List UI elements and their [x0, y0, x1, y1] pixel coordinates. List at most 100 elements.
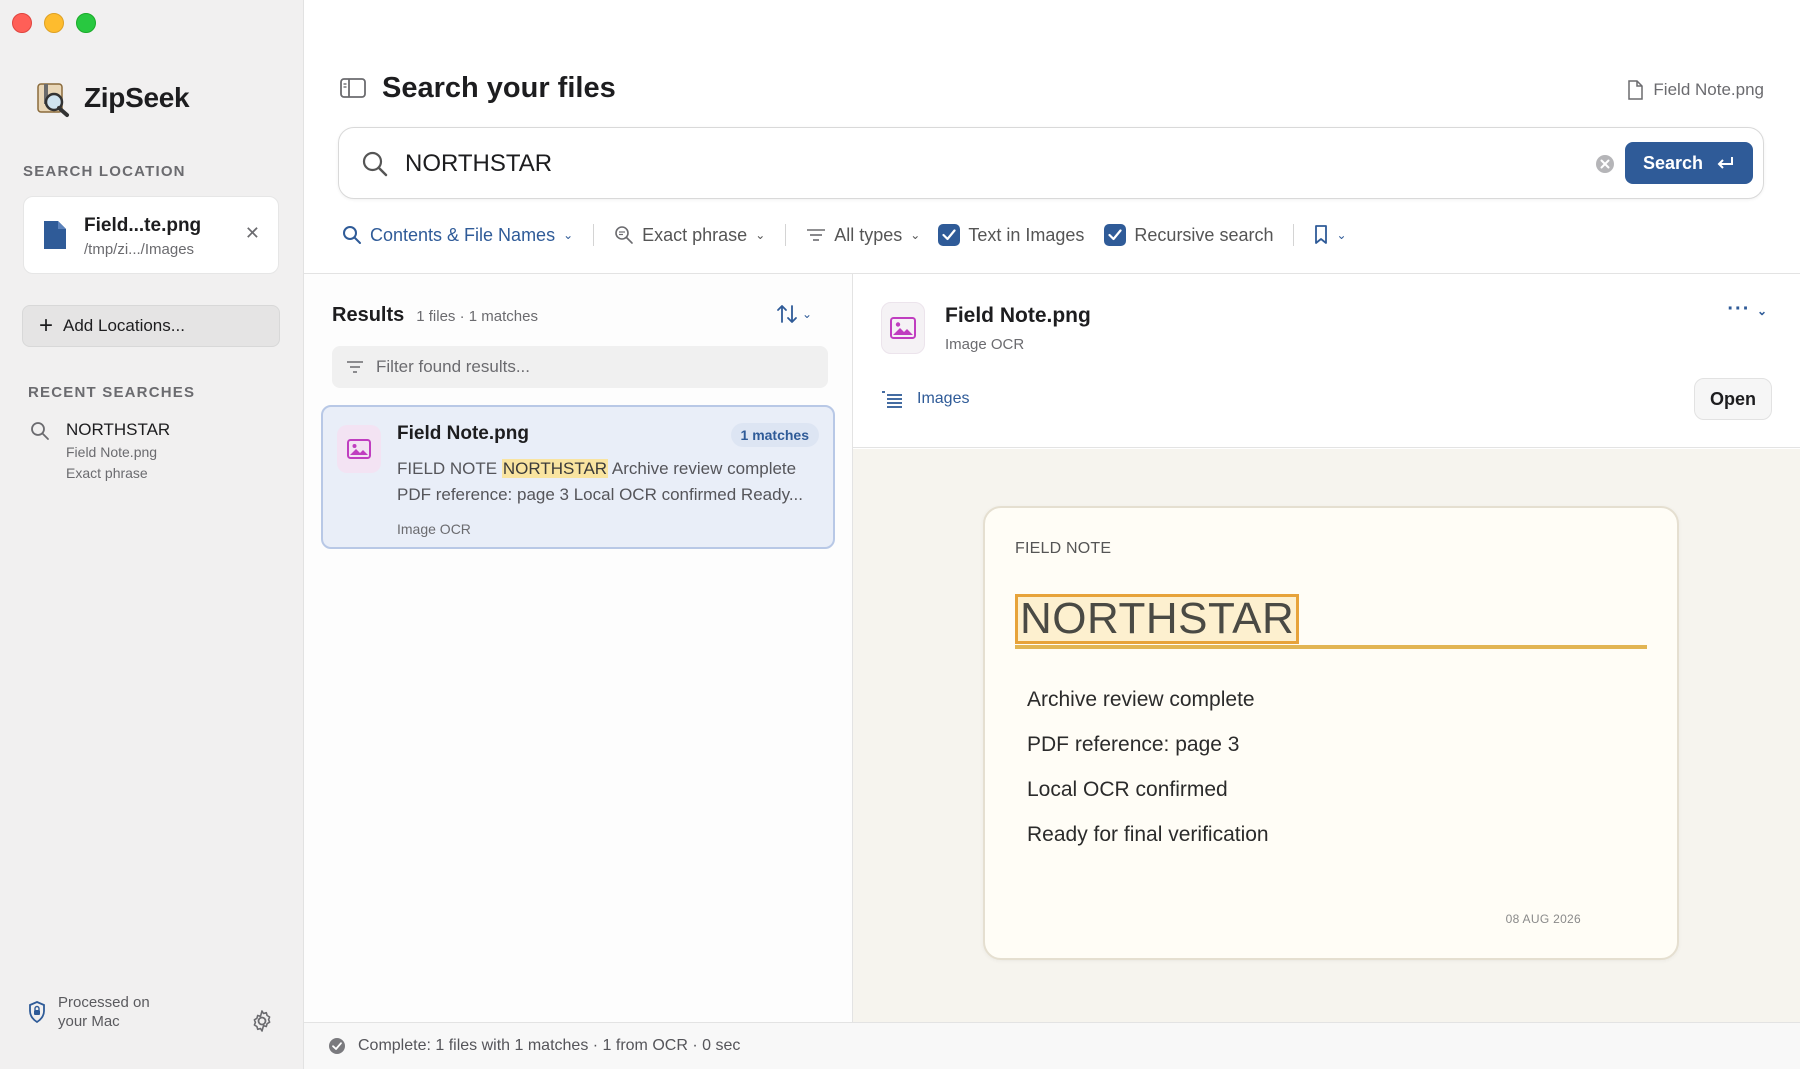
match-count-badge: 1 matches [730, 423, 819, 447]
note-line: PDF reference: page 3 [1027, 733, 1240, 756]
bookmarks-dropdown[interactable]: ⌄ [1314, 225, 1347, 245]
results-count: 1 files · 1 matches [416, 308, 538, 325]
note-title-match-highlight: NORTHSTAR [1015, 594, 1300, 644]
sidebar: ZipSeek SEARCH LOCATION Field...te.png /… [0, 0, 304, 1069]
text-search-icon [615, 226, 633, 244]
text-in-images-checkbox[interactable]: Text in Images [938, 224, 1084, 246]
processed-label: Processed on your Mac [58, 994, 150, 1030]
location-name: Field...te.png [84, 215, 202, 236]
snippet-text: FIELD NOTE [397, 459, 502, 478]
results-title: Results [332, 304, 405, 326]
file-types-label: All types [834, 224, 903, 245]
sort-button[interactable]: ⌄ [776, 304, 812, 324]
chevron-down-icon: ⌄ [1336, 228, 1347, 242]
match-mode-dropdown[interactable]: Exact phrase ⌄ [614, 225, 765, 246]
scope-dropdown[interactable]: Contents & File Names ⌄ [342, 225, 573, 246]
recent-searches-heading: RECENT SEARCHES [28, 384, 196, 401]
filter-lines-icon [807, 229, 826, 241]
bookmark-icon [1315, 225, 1328, 244]
note-label: FIELD NOTE [1015, 540, 1112, 557]
search-icon [31, 422, 49, 440]
window-controls [12, 13, 96, 33]
preview-folder-link[interactable]: Images [881, 390, 969, 408]
return-key-icon [1717, 157, 1734, 169]
note-divider [1015, 645, 1647, 649]
search-button[interactable]: Search [1625, 142, 1753, 184]
search-button-label: Search [1642, 152, 1704, 173]
search-input[interactable] [405, 142, 1505, 186]
close-window-button[interactable] [12, 13, 32, 33]
file-types-dropdown[interactable]: All types ⌄ [806, 225, 920, 246]
sort-arrows-icon [777, 305, 797, 323]
file-icon [1628, 80, 1644, 100]
app-brand: ZipSeek [32, 78, 190, 118]
chevron-down-icon: ⌄ [802, 307, 813, 321]
plus-icon: + [39, 312, 54, 339]
search-location-heading: SEARCH LOCATION [23, 163, 186, 180]
checkmark-icon [938, 224, 961, 246]
clear-search-icon[interactable] [1595, 154, 1615, 174]
preview-header: Field Note.png Image OCR ··· ⌄ Images Op… [853, 274, 1800, 448]
search-icon [343, 226, 361, 244]
minimize-window-button[interactable] [44, 13, 64, 33]
filter-divider [593, 224, 595, 246]
image-file-icon [337, 425, 381, 473]
app-name: ZipSeek [84, 82, 190, 113]
result-snippet-line-2: PDF reference: page 3 Local OCR confirme… [397, 485, 803, 504]
header-current-file: Field Note.png [1627, 80, 1764, 100]
filter-results-input[interactable] [376, 357, 796, 377]
page-title: Search your files [382, 72, 616, 104]
note-line: Archive review complete [1027, 688, 1255, 711]
location-path: /tmp/zi.../Images [84, 241, 195, 258]
text-in-images-label: Text in Images [968, 224, 1085, 245]
search-location-card[interactable]: Field...te.png /tmp/zi.../Images ✕ [23, 196, 279, 274]
filter-divider [785, 224, 787, 246]
result-item[interactable]: Field Note.png 1 matches FIELD NOTE NORT… [321, 405, 835, 549]
snippet-text: Archive review complete [608, 459, 797, 478]
filter-bar: Contents & File Names ⌄ Exact phrase ⌄ A… [342, 220, 1347, 250]
app-logo-icon [37, 83, 69, 117]
more-options-icon[interactable]: ··· ⌄ [1727, 298, 1768, 321]
preview-file-name: Field Note.png [945, 304, 1091, 327]
document-icon [44, 221, 66, 249]
field-note-image: FIELD NOTE NORTHSTAR Archive review comp… [983, 506, 1679, 960]
main-area: Search your files Field Note.png Search [304, 0, 1800, 1069]
settings-gear-icon[interactable] [250, 1009, 274, 1033]
check-circle-icon [329, 1038, 345, 1054]
header-file-name: Field Note.png [1653, 80, 1764, 99]
list-icon [882, 391, 902, 408]
results-header: Results 1 files · 1 matches [332, 304, 538, 327]
zoom-window-button[interactable] [76, 13, 96, 33]
recent-search-term: NORTHSTAR [66, 420, 171, 439]
sidebar-toggle-icon[interactable] [340, 78, 366, 98]
note-date: 08 AUG 2026 [1505, 912, 1581, 926]
open-button[interactable]: Open [1694, 378, 1772, 420]
checkmark-icon [1104, 224, 1127, 246]
results-panel: Results 1 files · 1 matches ⌄ Filter fou… [304, 274, 853, 1022]
result-file-name: Field Note.png [397, 423, 529, 444]
status-text: Complete: 1 files with 1 matches · 1 fro… [358, 1037, 741, 1054]
search-bar: Search [338, 127, 1764, 199]
preview-folder-label: Images [917, 390, 970, 407]
remove-location-icon[interactable]: ✕ [245, 223, 260, 244]
filter-results-field [332, 346, 828, 388]
recent-search-mode: Exact phrase [66, 465, 148, 481]
preview-panel: Field Note.png Image OCR ··· ⌄ Images Op… [853, 274, 1800, 1022]
status-bar: Complete: 1 files with 1 matches · 1 fro… [304, 1022, 1800, 1069]
result-type: Image OCR [397, 521, 471, 537]
preview-image-area: FIELD NOTE NORTHSTAR Archive review comp… [853, 449, 1800, 1022]
search-icon [362, 151, 388, 177]
preview-file-type: Image OCR [945, 336, 1025, 353]
privacy-note: Processed on your Mac [28, 993, 178, 1031]
note-line: Ready for final verification [1027, 823, 1269, 846]
filter-divider [1293, 224, 1295, 246]
recursive-search-checkbox[interactable]: Recursive search [1104, 224, 1273, 246]
snippet-match-highlight: NORTHSTAR [501, 459, 609, 478]
filter-lines-icon [347, 361, 363, 373]
image-file-icon [881, 302, 925, 354]
recursive-search-label: Recursive search [1134, 224, 1274, 245]
scope-label: Contents & File Names [370, 224, 556, 245]
add-locations-button[interactable]: + Add Locations... [22, 305, 280, 347]
chevron-down-icon: ⌄ [563, 228, 574, 242]
add-locations-label: Add Locations... [63, 316, 185, 335]
